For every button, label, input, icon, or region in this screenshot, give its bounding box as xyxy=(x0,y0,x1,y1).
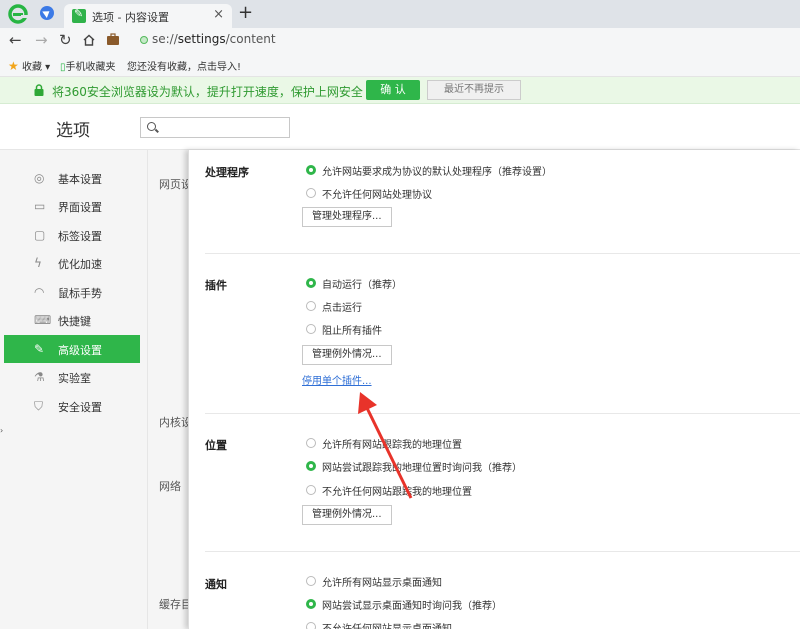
tab-icon: ▢ xyxy=(34,228,46,242)
keyboard-icon: ⌨ xyxy=(34,313,52,327)
sidebar-item-security[interactable]: ⛉ 安全设置 xyxy=(4,392,140,420)
manage-plugin-exceptions-button[interactable]: 管理例外情况... xyxy=(302,345,392,365)
reload-icon[interactable]: ↻ xyxy=(59,31,72,49)
sidebar-item-label: 安全设置 xyxy=(58,401,102,414)
section-title-location: 位置 xyxy=(205,439,227,452)
forward-arrow-icon[interactable]: → xyxy=(35,31,48,49)
wrench-icon: ✎ xyxy=(34,342,45,356)
settings-favicon-icon xyxy=(72,7,86,23)
target-icon: ◎ xyxy=(34,171,45,185)
radio-location-ask[interactable] xyxy=(306,461,316,471)
home-icon[interactable] xyxy=(83,34,95,46)
option-label: 网站尝试跟踪我的地理位置时询问我（推荐） xyxy=(322,463,522,474)
lock-icon xyxy=(34,84,44,96)
content-settings-panel: 处理程序 允许网站要求成为协议的默认处理程序（推荐设置） 不允许任何网站处理协议… xyxy=(188,150,800,629)
favorites-menu[interactable]: ★ 收藏 ▾ xyxy=(8,58,50,73)
pinned-tab-icon[interactable] xyxy=(40,6,54,20)
url-text: se://settings/content xyxy=(152,32,276,46)
option-label: 不允许任何网站显示桌面通知 xyxy=(322,620,452,629)
radio-plugins-auto[interactable] xyxy=(306,278,316,288)
bookmarks-bar: ★ 收藏 ▾ ▯手机收藏夹 您还没有收藏，点击导入! xyxy=(0,53,800,77)
option-label: 网站尝试显示桌面通知时询问我（推荐） xyxy=(322,601,502,612)
sidebar-item-lab[interactable]: ⚗ 实验室 xyxy=(4,363,140,391)
new-tab-button[interactable]: + xyxy=(238,2,253,23)
sidebar-item-label: 实验室 xyxy=(58,372,91,385)
edge-marker: › xyxy=(0,426,4,435)
section-divider xyxy=(205,253,800,254)
settings-search[interactable] xyxy=(140,117,290,138)
radio-handlers-deny[interactable] xyxy=(306,188,316,198)
option-label: 阻止所有插件 xyxy=(322,326,382,337)
window-icon: ▭ xyxy=(34,199,46,213)
sidebar-item-advanced[interactable]: ✎ 高级设置 xyxy=(4,335,140,363)
tab-settings[interactable]: 选项 - 内容设置 × xyxy=(64,4,232,28)
radio-notifications-ask[interactable] xyxy=(306,599,316,609)
back-arrow-icon[interactable]: ← xyxy=(9,31,22,49)
import-bookmarks-link[interactable]: 您还没有收藏，点击导入! xyxy=(127,58,241,73)
option-label: 自动运行（推荐） xyxy=(322,280,402,291)
section-title-plugins: 插件 xyxy=(205,279,227,292)
settings-header: 选项 xyxy=(0,104,800,150)
option-label: 不允许任何网站跟踪我的地理位置 xyxy=(322,487,472,498)
sidebar-item-interface[interactable]: ▭ 界面设置 xyxy=(4,192,140,220)
sidebar-item-label: 高级设置 xyxy=(58,344,102,357)
sidebar-item-tabs[interactable]: ▢ 标签设置 xyxy=(4,221,140,249)
option-label: 允许所有网站跟踪我的地理位置 xyxy=(322,440,462,451)
sidebar-item-optimize[interactable]: ϟ 优化加速 xyxy=(4,249,140,277)
dropdown-arrow-icon: ▾ xyxy=(45,62,51,73)
mobile-favorites-link[interactable]: ▯手机收藏夹 xyxy=(60,58,116,73)
default-browser-infobar: 将360安全浏览器设为默认，提升打开速度，保护上网安全 确 认 最近不再提示 xyxy=(0,77,800,104)
option-label: 允许网站要求成为协议的默认处理程序（推荐设置） xyxy=(322,167,552,178)
radio-handlers-allow[interactable] xyxy=(306,165,316,175)
sidebar-item-shortcuts[interactable]: ⌨ 快捷键 xyxy=(4,306,140,334)
category-network: 网络 xyxy=(159,480,181,493)
tab-close-icon[interactable]: × xyxy=(213,7,224,22)
address-bar[interactable]: se://settings/content xyxy=(132,30,800,50)
section-title-notifications: 通知 xyxy=(205,578,227,591)
sidebar-item-gestures[interactable]: ◠ 鼠标手势 xyxy=(4,278,140,306)
section-divider xyxy=(205,413,800,414)
option-label: 点击运行 xyxy=(322,303,362,314)
radio-plugins-block[interactable] xyxy=(306,324,316,334)
search-icon xyxy=(147,122,156,131)
radio-location-deny[interactable] xyxy=(306,485,316,495)
star-icon: ★ xyxy=(8,59,19,73)
option-label: 不允许任何网站处理协议 xyxy=(322,190,432,201)
sidebar-item-label: 优化加速 xyxy=(58,258,102,271)
sidebar-item-label: 快捷键 xyxy=(58,315,91,328)
browser-logo-icon[interactable] xyxy=(8,4,28,24)
radio-plugins-click[interactable] xyxy=(306,301,316,311)
tab-strip: 选项 - 内容设置 × + xyxy=(0,0,800,28)
sidebar-item-label: 鼠标手势 xyxy=(58,287,102,300)
disable-plugin-link[interactable]: 停用单个插件... xyxy=(302,372,372,387)
manage-location-exceptions-button[interactable]: 管理例外情况... xyxy=(302,505,392,525)
dont-remind-button[interactable]: 最近不再提示 xyxy=(427,80,521,100)
infobar-message: 将360安全浏览器设为默认，提升打开速度，保护上网安全 xyxy=(52,85,363,99)
tab-title: 选项 - 内容设置 xyxy=(92,11,169,24)
briefcase-icon[interactable] xyxy=(106,33,120,46)
sidebar-item-label: 界面设置 xyxy=(58,201,102,214)
sidebar-item-basic[interactable]: ◎ 基本设置 xyxy=(4,164,140,192)
radio-location-allow[interactable] xyxy=(306,438,316,448)
flask-icon: ⚗ xyxy=(34,370,45,384)
section-title-handlers: 处理程序 xyxy=(205,166,249,179)
lightning-icon: ϟ xyxy=(34,256,42,270)
sidebar-item-label: 基本设置 xyxy=(58,173,102,186)
manage-handlers-button[interactable]: 管理处理程序... xyxy=(302,207,392,227)
navigation-bar: ← → ↻ se://settings/content xyxy=(0,28,800,53)
page-title: 选项 xyxy=(56,121,90,141)
mouse-icon: ◠ xyxy=(34,285,45,299)
confirm-default-button[interactable]: 确 认 xyxy=(366,80,420,100)
search-input[interactable] xyxy=(161,119,286,136)
radio-notifications-deny[interactable] xyxy=(306,622,316,629)
option-label: 允许所有网站显示桌面通知 xyxy=(322,578,442,589)
settings-sidebar: ◎ 基本设置 ▭ 界面设置 ▢ 标签设置 ϟ 优化加速 ◠ 鼠标手势 ⌨ 快捷键… xyxy=(0,150,148,629)
shield-icon: ⛉ xyxy=(34,399,44,413)
secure-site-icon xyxy=(140,36,148,44)
section-divider xyxy=(205,551,800,552)
radio-notifications-allow[interactable] xyxy=(306,576,316,586)
sidebar-item-label: 标签设置 xyxy=(58,230,102,243)
